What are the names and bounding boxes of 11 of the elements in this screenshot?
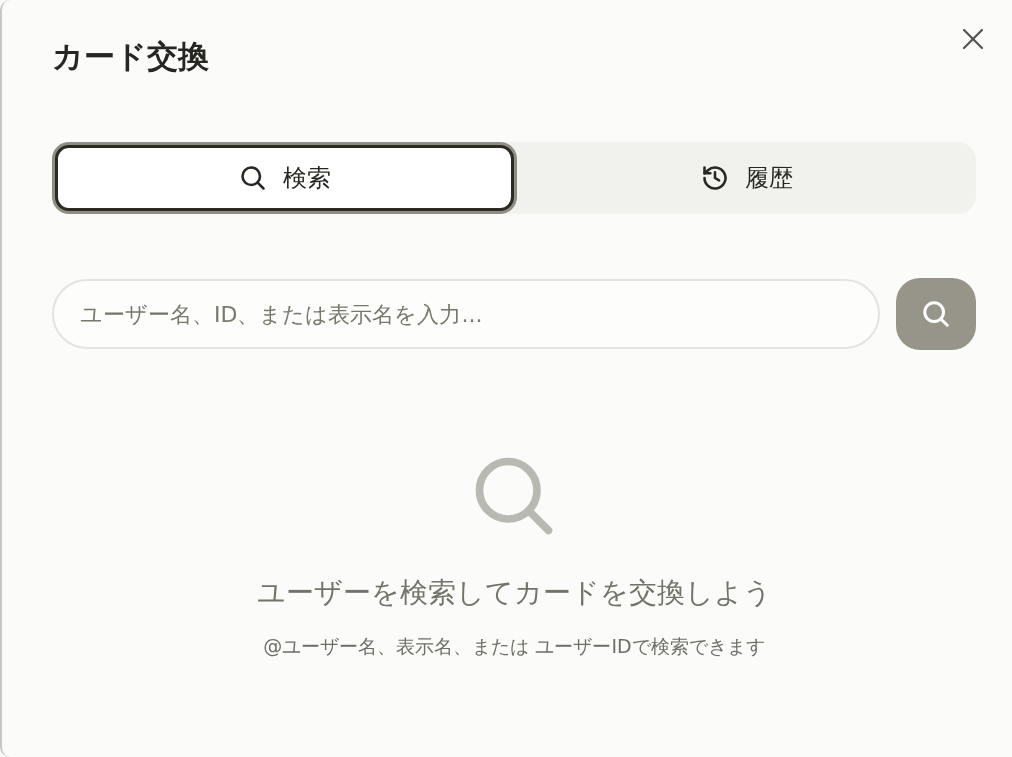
empty-state-heading: ユーザーを検索してカードを交換しよう [256, 575, 772, 611]
tab[interactable]: 履歴 [517, 142, 976, 214]
close-icon [962, 28, 984, 50]
dialog-title: カード交換 [52, 37, 209, 76]
search-field[interactable]: ユーザー名、ID、または表示名を入力... [52, 279, 880, 349]
tab[interactable]: 検索 [55, 145, 514, 211]
empty-state-hint: @ユーザー名、表示名、または ユーザーIDで検索できます [263, 634, 765, 659]
search-button[interactable] [896, 278, 976, 350]
history-icon [700, 164, 729, 192]
search-icon [921, 299, 951, 329]
search-icon [238, 164, 267, 192]
